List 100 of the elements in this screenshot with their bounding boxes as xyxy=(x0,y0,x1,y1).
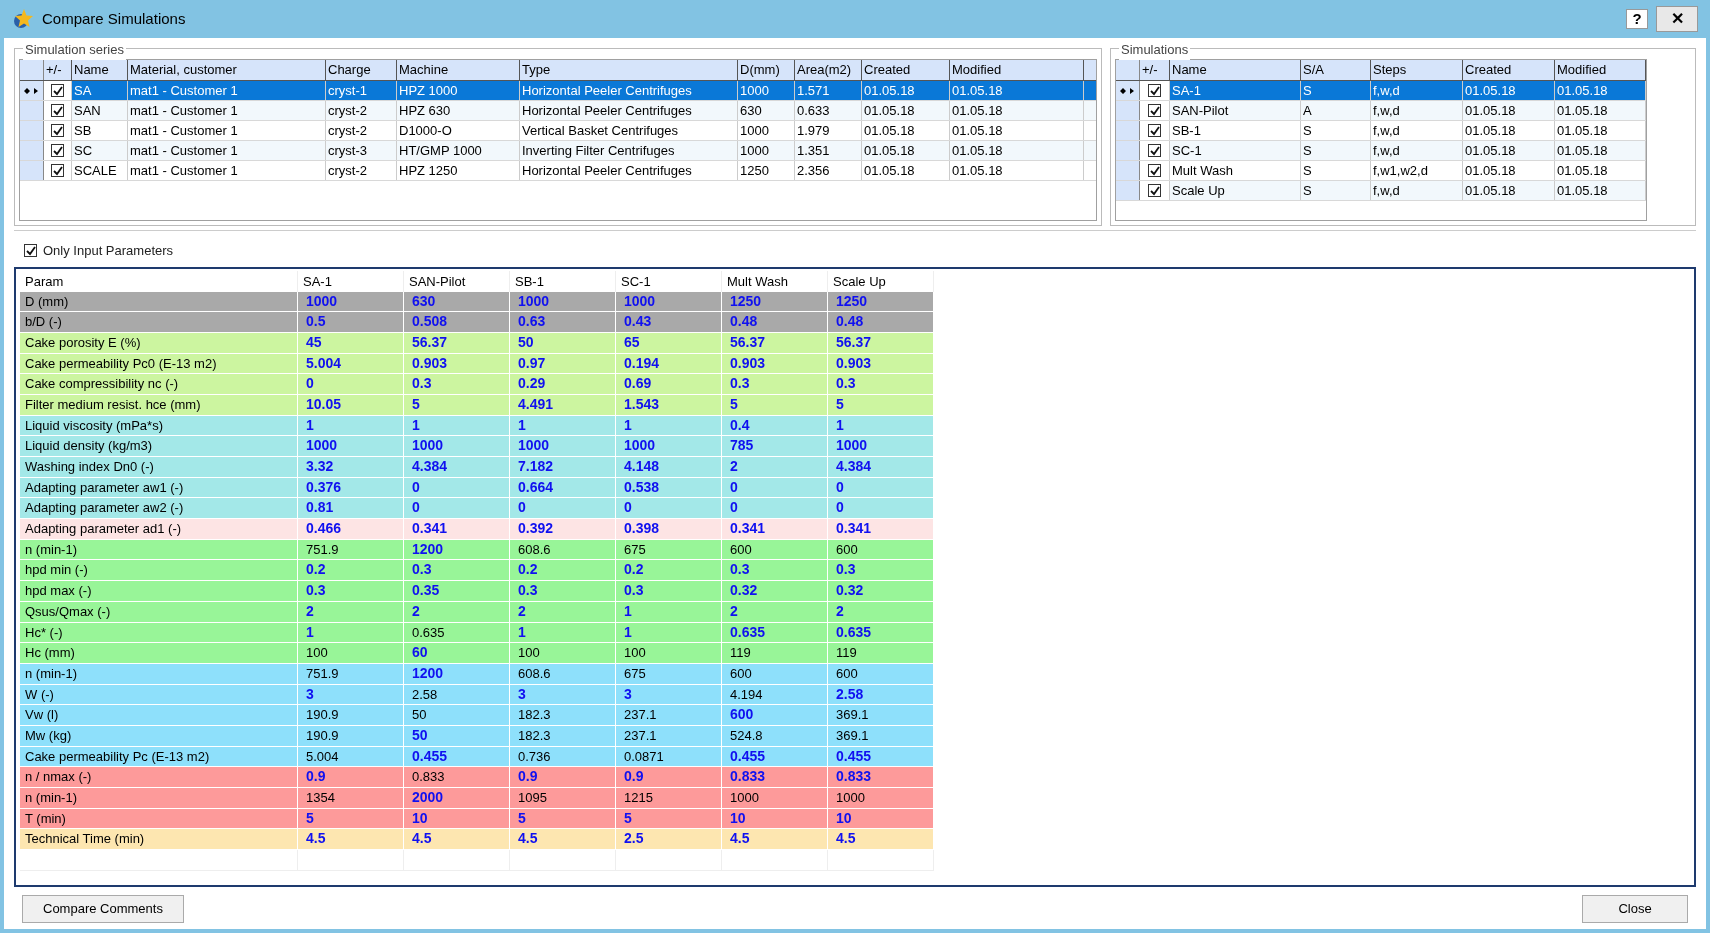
table-cell: 01.05.18 xyxy=(1555,81,1646,100)
column-header[interactable]: Area(m2) xyxy=(795,60,862,80)
checkbox[interactable] xyxy=(24,244,37,258)
table-cell: 5 xyxy=(510,808,616,829)
table-cell: 01.05.18 xyxy=(862,81,950,100)
table-cell: 5 xyxy=(722,394,828,415)
table-cell: hpd max (-) xyxy=(20,581,298,601)
table-cell: 237.1 xyxy=(616,725,722,746)
table-cell: 0 xyxy=(510,498,616,519)
table-cell: SAN xyxy=(72,101,128,120)
table-cell: Liquid viscosity (mPa*s) xyxy=(20,415,298,436)
table-row[interactable]: SCALE mat1 - Customer 1 cryst-2 HPZ 1250 Horizontal Peeler Centrifuges 1250 2.356 01.05.18 01.05.18 xyxy=(20,161,1096,181)
table-cell: HPZ 1000 xyxy=(397,81,520,100)
table-row[interactable]: SAN mat1 - Customer 1 cryst-2 HPZ 630 Horizontal Peeler Centrifuges 630 0.633 01.05.18 01.05.18 xyxy=(20,101,1096,121)
column-header[interactable]: Charge xyxy=(326,60,397,80)
table-cell: S xyxy=(1301,181,1371,200)
table-cell: 0.455 xyxy=(404,746,510,767)
table-cell: 0.9 xyxy=(616,767,722,787)
column-header[interactable]: Name xyxy=(72,60,128,80)
table-cell: 0.9 xyxy=(298,767,404,787)
table-cell: SA xyxy=(72,81,128,100)
table-cell: f,w,d xyxy=(1371,101,1463,120)
checkbox[interactable] xyxy=(1148,164,1161,177)
column-header[interactable]: Type xyxy=(520,60,738,80)
table-cell: 10 xyxy=(404,808,510,829)
checkbox[interactable] xyxy=(1148,104,1161,117)
table-cell: 1 xyxy=(616,601,722,622)
close-button[interactable]: ✕ xyxy=(1656,6,1698,32)
table-cell: 369.1 xyxy=(828,725,934,746)
table-cell: 0.3 xyxy=(510,581,616,601)
table-cell: 5 xyxy=(298,808,404,829)
table-row[interactable]: SB mat1 - Customer 1 cryst-2 D1000-O Vertical Basket Centrifuges 1000 1.979 01.05.18 01.05.18 xyxy=(20,121,1096,141)
table-cell: 0.635 xyxy=(404,622,510,643)
table-cell: 1000 xyxy=(616,291,722,312)
table-cell: 608.6 xyxy=(510,663,616,684)
table-cell: 0 xyxy=(828,477,934,498)
table-cell: 0.3 xyxy=(616,581,722,601)
table-cell: 1 xyxy=(404,415,510,436)
table-row[interactable]: SC-1 S f,w,d 01.05.18 01.05.18 xyxy=(1116,141,1646,161)
table-cell: 4.384 xyxy=(828,457,934,477)
column-header[interactable]: Scale Up xyxy=(828,270,934,292)
table-cell: D (mm) xyxy=(20,291,298,312)
column-header[interactable]: +/- xyxy=(1140,60,1170,80)
table-cell: 1354 xyxy=(298,788,404,808)
table-cell: Adapting parameter aw1 (-) xyxy=(20,477,298,498)
column-header[interactable]: Param xyxy=(20,270,298,292)
table-cell: 182.3 xyxy=(510,705,616,725)
column-header[interactable]: +/- xyxy=(44,60,72,80)
table-row[interactable]: Mult Wash S f,w1,w2,d 01.05.18 01.05.18 xyxy=(1116,161,1646,181)
column-header[interactable]: D(mm) xyxy=(738,60,795,80)
table-cell: 1000 xyxy=(404,436,510,456)
table-row[interactable]: SA mat1 - Customer 1 cryst-1 HPZ 1000 Horizontal Peeler Centrifuges 1000 1.571 01.05.18 01.05.18 xyxy=(20,81,1096,101)
table-row[interactable]: SA-1 S f,w,d 01.05.18 01.05.18 xyxy=(1116,81,1646,101)
table-cell: 0.833 xyxy=(722,767,828,787)
column-header[interactable]: Mult Wash xyxy=(722,270,828,292)
column-header[interactable]: Name xyxy=(1170,60,1301,80)
table-cell: f,w,d xyxy=(1371,81,1463,100)
table-cell: n / nmax (-) xyxy=(20,767,298,787)
close-dialog-button[interactable]: Close xyxy=(1582,894,1688,923)
checkbox[interactable] xyxy=(51,84,64,97)
table-row[interactable]: Scale Up S f,w,d 01.05.18 01.05.18 xyxy=(1116,181,1646,201)
column-header[interactable]: Modified xyxy=(950,60,1084,80)
table-cell: 119 xyxy=(828,643,934,663)
column-header[interactable]: Modified xyxy=(1555,60,1646,80)
column-header[interactable]: Machine xyxy=(397,60,520,80)
table-cell: 50 xyxy=(404,705,510,725)
column-header[interactable]: SB-1 xyxy=(510,270,616,292)
table-cell: Hc* (-) xyxy=(20,622,298,643)
table-cell: f,w,d xyxy=(1371,141,1463,160)
table-cell: 01.05.18 xyxy=(950,161,1084,180)
column-header[interactable]: S/A xyxy=(1301,60,1371,80)
column-header[interactable]: SAN-Pilot xyxy=(404,270,510,292)
table-cell: SA-1 xyxy=(1170,81,1301,100)
checkbox[interactable] xyxy=(1148,84,1161,97)
table-cell: Scale Up xyxy=(1170,181,1301,200)
column-header[interactable]: Material, customer xyxy=(128,60,326,80)
checkbox[interactable] xyxy=(1148,184,1161,197)
checkbox[interactable] xyxy=(51,144,64,157)
checkbox[interactable] xyxy=(51,124,64,137)
column-header[interactable]: Created xyxy=(862,60,950,80)
column-header[interactable]: Steps xyxy=(1371,60,1463,80)
table-cell: mat1 - Customer 1 xyxy=(128,161,326,180)
column-header[interactable]: SC-1 xyxy=(616,270,722,292)
table-cell: 1250 xyxy=(828,291,934,312)
table-row[interactable]: SC mat1 - Customer 1 cryst-3 HT/GMP 1000 Inverting Filter Centrifuges 1000 1.351 01.05.18 01.05.18 xyxy=(20,141,1096,161)
table-cell: 1 xyxy=(510,622,616,643)
checkbox[interactable] xyxy=(1148,144,1161,157)
help-button[interactable]: ? xyxy=(1626,9,1648,29)
checkbox[interactable] xyxy=(51,104,64,117)
table-row[interactable]: SB-1 S f,w,d 01.05.18 01.05.18 xyxy=(1116,121,1646,141)
table-cell: Cake compressibility nc (-) xyxy=(20,374,298,394)
compare-comments-button[interactable]: Compare Comments xyxy=(22,894,184,923)
table-cell: 2 xyxy=(298,601,404,622)
checkbox[interactable] xyxy=(51,164,64,177)
checkbox[interactable] xyxy=(1148,124,1161,137)
table-row[interactable]: SAN-Pilot A f,w,d 01.05.18 01.05.18 xyxy=(1116,101,1646,121)
column-header[interactable]: SA-1 xyxy=(298,270,404,292)
table-cell: cryst-2 xyxy=(326,101,397,120)
table-cell: 1000 xyxy=(738,141,795,160)
column-header[interactable]: Created xyxy=(1463,60,1555,80)
